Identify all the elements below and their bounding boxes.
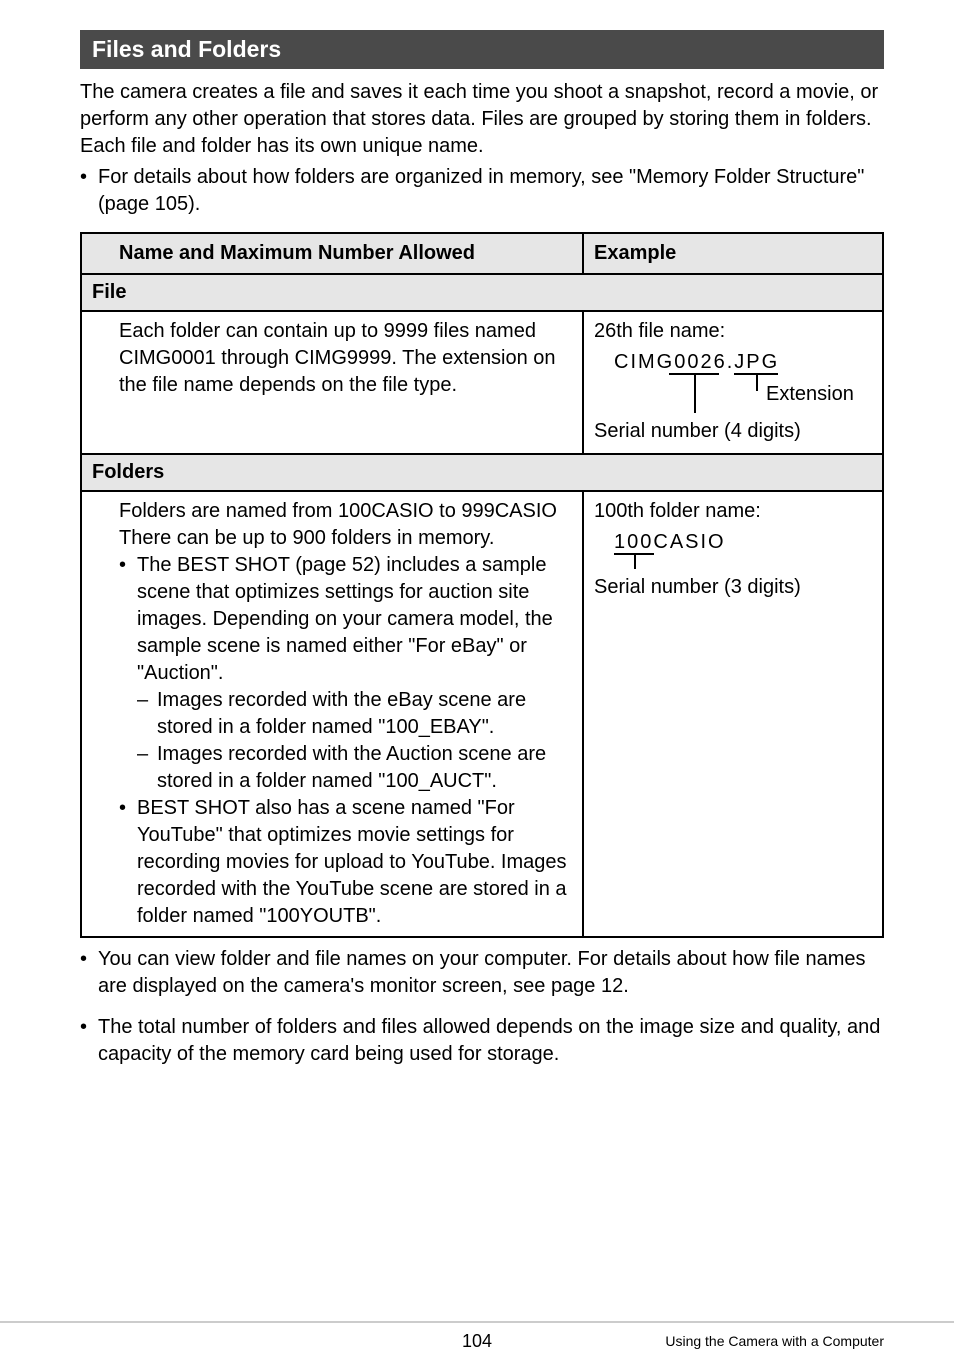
spacer: [81, 311, 109, 454]
note2-text: The total number of folders and files al…: [98, 1014, 884, 1068]
file-example-title: 26th file name:: [594, 318, 872, 345]
header-spacer: [81, 233, 109, 274]
folders-bullet2: • BEST SHOT also has a scene named "For …: [119, 795, 572, 930]
filename-diagram: CIMG0026.JPG Extension Serial number (4 …: [594, 345, 872, 447]
section-header: Files and Folders: [80, 30, 884, 69]
bullet-icon: •: [119, 795, 137, 930]
note2: • The total number of folders and files …: [80, 1014, 884, 1068]
folder-connector: [634, 553, 636, 569]
file-example: 26th file name: CIMG0026.JPG Extension S…: [583, 311, 883, 454]
folders-dash2-text: Images recorded with the Auction scene a…: [157, 741, 572, 795]
folders-section-header: Folders: [81, 454, 883, 491]
intro-paragraph: The camera creates a file and saves it e…: [80, 79, 884, 160]
file-section-header: File: [81, 274, 883, 311]
bullet-icon: •: [80, 1014, 98, 1068]
file-description: Each folder can contain up to 9999 files…: [109, 311, 583, 454]
spacer: [81, 491, 109, 937]
folders-line2: There can be up to 900 folders in memory…: [119, 525, 572, 552]
folders-description: Folders are named from 100CASIO to 999CA…: [109, 491, 583, 937]
folders-line1: Folders are named from 100CASIO to 999CA…: [119, 498, 572, 525]
folders-bullet1: • The BEST SHOT (page 52) includes a sam…: [119, 552, 572, 687]
serial-label: Serial number (4 digits): [594, 418, 872, 445]
intro-bullet-text: For details about how folders are organi…: [98, 164, 884, 218]
bullet-icon: •: [119, 552, 137, 687]
dash-icon: –: [137, 687, 157, 741]
folders-bullet1-text: The BEST SHOT (page 52) includes a sampl…: [137, 552, 572, 687]
page-footer: 104 Using the Camera with a Computer: [0, 1321, 954, 1329]
connector-serial: [694, 373, 696, 413]
folder-serial-label: Serial number (3 digits): [594, 574, 872, 601]
column-header-name: Name and Maximum Number Allowed: [109, 233, 583, 274]
folders-dash2: – Images recorded with the Auction scene…: [137, 741, 572, 795]
folder-example-title: 100th folder name:: [594, 498, 872, 525]
note1-text: You can view folder and file names on yo…: [98, 946, 884, 1000]
folder-text: 100CASIO: [594, 529, 872, 556]
connector-ext: [756, 373, 758, 391]
bullet-icon: •: [80, 164, 98, 218]
folders-dash1: – Images recorded with the eBay scene ar…: [137, 687, 572, 741]
folders-dash1-text: Images recorded with the eBay scene are …: [157, 687, 572, 741]
page-number: 104: [462, 1331, 492, 1352]
bullet-icon: •: [80, 946, 98, 1000]
files-folders-table: Name and Maximum Number Allowed Example …: [80, 232, 884, 938]
note1: • You can view folder and file names on …: [80, 946, 884, 1000]
filename-text: CIMG0026.JPG: [594, 349, 872, 376]
intro-bullet: • For details about how folders are orga…: [80, 164, 884, 218]
dash-icon: –: [137, 741, 157, 795]
footer-section-name: Using the Camera with a Computer: [665, 1333, 884, 1349]
folder-diagram: 100CASIO Serial number (3 digits): [594, 525, 872, 601]
folders-bullet2-text: BEST SHOT also has a scene named "For Yo…: [137, 795, 572, 930]
extension-label: Extension: [766, 381, 854, 408]
column-header-example: Example: [583, 233, 883, 274]
folder-example: 100th folder name: 100CASIO Serial numbe…: [583, 491, 883, 937]
